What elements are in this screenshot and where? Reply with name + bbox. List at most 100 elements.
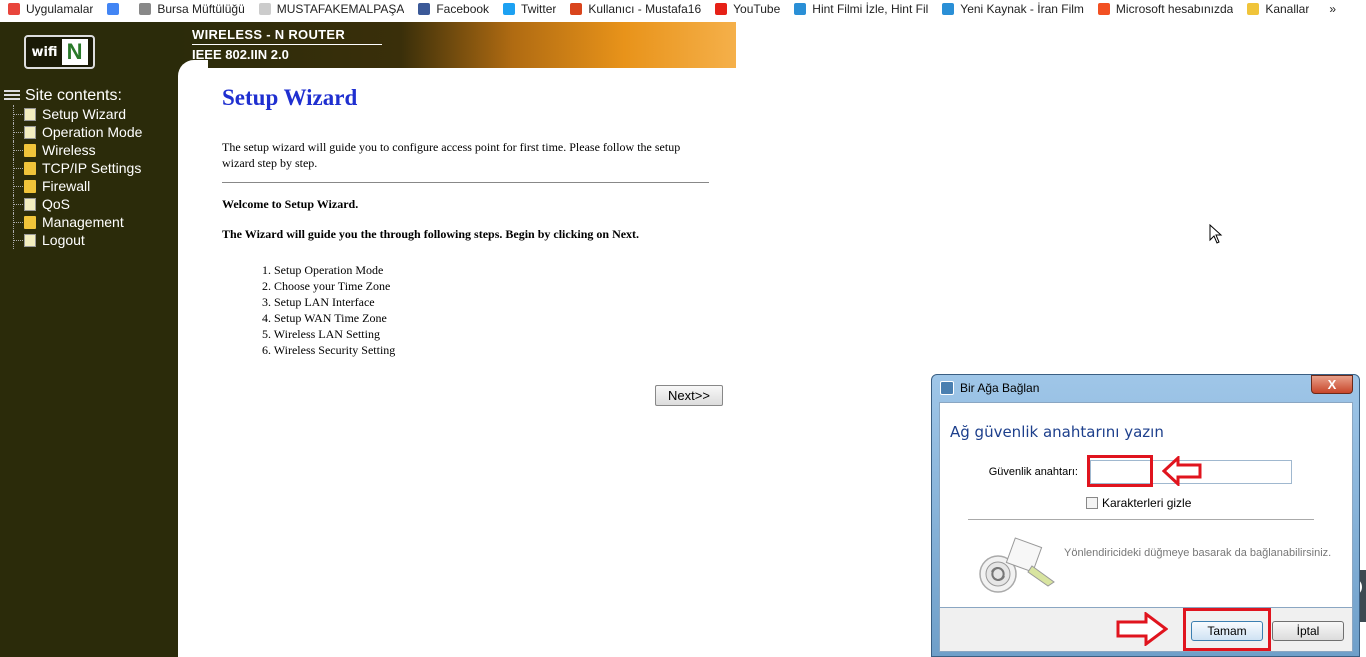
hide-characters-checkbox[interactable]	[1086, 497, 1098, 509]
left-arrow-annotation-icon	[1162, 456, 1202, 486]
dialog-separator	[968, 519, 1314, 520]
tree-branch	[14, 222, 23, 223]
right-arrow-annotation-icon	[1116, 612, 1168, 646]
step-item: 3. Setup LAN Interface	[262, 295, 375, 309]
bookmark-item[interactable]: Bursa Müftülüğü	[139, 1, 245, 16]
menu-item-label: QoS	[42, 196, 71, 212]
steps-list: 1. Setup Operation Mode 2. Choose your Ti…	[262, 262, 722, 358]
menu-item[interactable]: Setup Wizard	[4, 105, 142, 123]
user-icon	[570, 2, 583, 15]
step-item: 2. Choose your Time Zone	[262, 279, 391, 293]
bookmark-label: Uygulamalar	[26, 1, 94, 16]
tree-root-label: Site contents:	[25, 87, 122, 104]
page-icon	[258, 2, 271, 15]
menu-item-label: TCP/IP Settings	[42, 160, 142, 176]
mouse-cursor-icon	[1209, 224, 1223, 244]
menu-item[interactable]: Management	[4, 213, 142, 231]
site-contents-tree: Site contents: Setup Wizard Operation Mod…	[4, 87, 142, 249]
document-icon	[24, 107, 36, 121]
bookmark-label: Bursa Müftülüğü	[157, 1, 245, 16]
bookmark-item[interactable]: »	[1323, 2, 1336, 16]
bookmark-label: Kullanıcı - Mustafa16	[588, 1, 702, 16]
menu-item-label: Firewall	[42, 178, 91, 194]
wps-hint-text: Yönlendiricideki düğmeye basarak da bağl…	[1064, 547, 1332, 559]
folder-icon	[24, 215, 36, 229]
tree-branch	[14, 168, 23, 169]
bookmark-item[interactable]: Facebook	[418, 2, 489, 16]
step-item: 5. Wireless LAN Setting	[262, 327, 380, 341]
step-item: 6. Wireless Security Setting	[262, 343, 396, 357]
step-item: 1. Setup Operation Mode	[262, 263, 384, 277]
menu-item[interactable]: Wireless	[4, 141, 142, 159]
security-key-label: Güvenlik anahtarı:	[988, 466, 1078, 478]
bookmark-item[interactable]: Kanallar	[1247, 2, 1309, 16]
bookmark-item[interactable]: Kullanıcı - Mustafa16	[570, 2, 701, 16]
folder-icon	[24, 161, 36, 175]
menu-item[interactable]: Firewall	[4, 177, 142, 195]
folder-icon	[24, 143, 36, 157]
bookmark-label: Kanallar	[1265, 1, 1310, 16]
folder-icon	[1247, 2, 1260, 15]
menu-item[interactable]: Operation Mode	[4, 123, 142, 141]
bookmark-label: Microsoft hesabınızda	[1115, 1, 1234, 16]
apps-grid-icon	[8, 2, 20, 15]
welcome-text: Welcome to Setup Wizard.	[222, 197, 359, 211]
tree-root: Site contents:	[4, 87, 142, 105]
menu-item[interactable]: Logout	[4, 231, 142, 249]
annotation-box-key	[1087, 455, 1153, 487]
guide-text: The Wizard will guide you the through fo…	[222, 227, 640, 241]
menu-item[interactable]: TCP/IP Settings	[4, 159, 142, 177]
google-icon	[107, 2, 120, 15]
bookmark-item[interactable]: Hint Filmi İzle, Hint Fil	[794, 2, 928, 16]
bookmark-item[interactable]: Uygulamalar	[8, 2, 93, 16]
bookmark-label: MUSTAFAKEMALPAŞA	[276, 1, 405, 16]
film-icon	[794, 2, 807, 15]
bookmark-item[interactable]: YouTube	[715, 2, 780, 16]
dialog-body: Ağ güvenlik anahtarını yazın Güvenlik an…	[939, 402, 1353, 608]
bookmark-label: Hint Filmi İzle, Hint Fil	[812, 1, 929, 16]
logo-badge: N	[61, 39, 88, 65]
wps-router-icon	[979, 537, 1055, 593]
menu-item-label: Logout	[42, 232, 85, 248]
page-title: Setup Wizard	[222, 85, 358, 110]
close-button[interactable]: X	[1311, 375, 1353, 394]
bookmark-item[interactable]: Twitter	[503, 2, 556, 16]
document-icon	[24, 125, 36, 139]
bookmark-label: Yeni Kaynak - İran Film	[960, 1, 1084, 16]
menu-item-label: Setup Wizard	[42, 106, 127, 122]
microsoft-icon	[1097, 2, 1110, 15]
film-icon	[942, 2, 955, 15]
menu-item-label: Management	[42, 214, 124, 230]
annotation-box-ok	[1183, 608, 1271, 651]
facebook-icon	[418, 2, 431, 15]
twitter-icon	[503, 2, 516, 15]
next-button[interactable]: Next>>	[655, 385, 723, 406]
bookmark-item[interactable]: MUSTAFAKEMALPAŞA	[258, 1, 405, 16]
cancel-button[interactable]: İptal	[1272, 621, 1344, 641]
banner-title: WIRELESS - N ROUTER	[192, 27, 346, 42]
page-icon	[139, 2, 152, 15]
step-item: 4. Setup WAN Time Zone	[262, 311, 387, 325]
divider	[222, 182, 709, 183]
menu-item[interactable]: QoS	[4, 195, 142, 213]
hide-characters-label: Karakterleri gizle	[1102, 496, 1192, 510]
intro-text: The setup wizard will guide you to confi…	[222, 140, 681, 170]
logo-text: wifi	[31, 44, 58, 60]
wifi-logo: wifi N	[24, 35, 95, 69]
bookmark-item[interactable]: Yeni Kaynak - İran Film	[942, 2, 1084, 16]
tree-branch	[14, 186, 23, 187]
youtube-icon	[715, 2, 728, 15]
tree-branch	[14, 204, 23, 205]
bookmark-label: YouTube	[733, 1, 781, 16]
menu-item-label: Operation Mode	[42, 124, 143, 140]
bookmark-label: »	[1329, 1, 1337, 16]
bookmark-label: Twitter	[521, 1, 557, 16]
bookmark-item[interactable]	[107, 2, 125, 15]
menu-item-label: Wireless	[42, 142, 96, 158]
dialog-heading: Ağ güvenlik anahtarını yazın	[950, 423, 1164, 441]
banner-divider	[192, 44, 382, 45]
network-icon	[940, 381, 954, 395]
dialog-title: Bir Ağa Bağlan	[960, 381, 1040, 395]
dialog-titlebar[interactable]: Bir Ağa Bağlan	[932, 375, 1359, 402]
bookmark-item[interactable]: Microsoft hesabınızda	[1097, 1, 1234, 16]
